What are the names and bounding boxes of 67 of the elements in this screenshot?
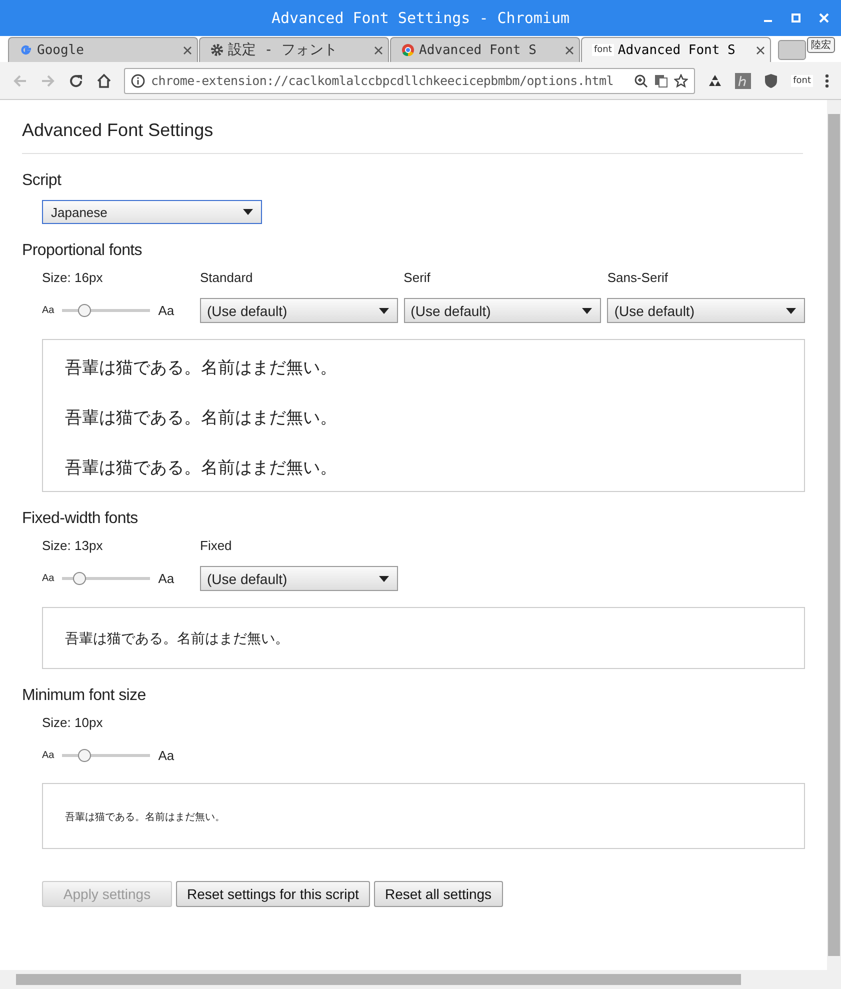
section-heading: Minimum font size	[22, 687, 147, 705]
font-label: Fixed	[200, 538, 233, 554]
font-dropdown[interactable]: (Use default)	[200, 298, 398, 323]
font-dropdown[interactable]: (Use default)	[404, 298, 602, 323]
font-dropdown[interactable]: (Use default)	[200, 566, 398, 591]
sample-text: 吾輩は猫である。名前はまだ無い。	[65, 630, 290, 649]
caret-icon	[378, 308, 389, 314]
slider-thumb[interactable]	[78, 304, 92, 316]
close-icon[interactable]	[183, 46, 192, 54]
sample-text: 吾輩は猫である。名前はまだ無い。	[65, 811, 226, 825]
h-letter-icon[interactable]	[735, 72, 752, 88]
caret-icon	[786, 308, 796, 314]
size-label: Size: 16px	[42, 270, 104, 286]
font-label: Standard	[200, 270, 254, 286]
page-title: Advanced Font Settings	[22, 120, 803, 154]
browser-tab[interactable]: Advanced Font S	[390, 37, 580, 62]
font-label: Serif	[404, 270, 432, 286]
extension-text-icon[interactable]: font	[791, 74, 813, 86]
url-text: chrome-extension://caclkomlalccbpcdllchkeecicepbmbm/options.html	[151, 73, 614, 88]
large-aa-label: Aa	[158, 302, 174, 318]
section-heading: Script	[22, 172, 62, 190]
info-icon	[131, 74, 145, 88]
home-icon[interactable]	[96, 72, 112, 88]
address-bar[interactable]: chrome-extension://caclkomlalccbpcdllchkeecicepbmbm/options.html	[124, 68, 696, 94]
browser-tab[interactable]: Google	[8, 37, 198, 62]
translate-icon[interactable]	[654, 74, 668, 88]
favicon-text: font	[592, 44, 614, 56]
browser-tab[interactable]: font Advanced Font S	[581, 37, 771, 62]
browser-tab[interactable]: 設定 - フォント	[199, 37, 389, 62]
zoom-icon[interactable]	[634, 74, 648, 88]
sample-text: 吾輩は猫である。名前はまだ無い。	[65, 457, 338, 479]
g-logo-icon	[19, 43, 33, 57]
sample-text: 吾輩は猫である。名前はまだ無い。	[65, 407, 338, 429]
menu-icon[interactable]	[825, 74, 829, 88]
caret-icon	[243, 209, 253, 215]
size-label: Size: 13px	[42, 538, 104, 554]
large-aa-label: Aa	[158, 570, 174, 586]
small-aa-label: Aa	[42, 750, 54, 760]
slider-thumb[interactable]	[72, 572, 86, 584]
font-label: Sans-Serif	[607, 270, 670, 286]
small-aa-label: Aa	[42, 572, 54, 584]
horizontal-scrollbar[interactable]	[0, 970, 841, 989]
vertical-scrollbar[interactable]	[827, 100, 841, 970]
sample-text: 吾輩は猫である。名前はまだ無い。	[65, 357, 338, 379]
maximize-icon[interactable]	[791, 13, 801, 23]
script-dropdown[interactable]: Japanese	[42, 200, 262, 224]
reload-icon[interactable]	[68, 72, 84, 88]
ime-indicator: 陸宏	[807, 37, 835, 53]
section-heading: Fixed-width fonts	[22, 510, 139, 528]
font-dropdown[interactable]: (Use default)	[607, 298, 806, 323]
section-heading: Proportional fonts	[22, 242, 144, 260]
star-icon[interactable]	[674, 74, 688, 88]
action-button[interactable]: Reset settings for this script	[176, 881, 370, 907]
close-icon[interactable]	[374, 46, 383, 54]
size-label: Size: 10px	[42, 715, 104, 731]
chromium-icon	[401, 43, 415, 57]
slider-thumb[interactable]	[78, 748, 92, 762]
action-button[interactable]: Reset all settings	[374, 881, 503, 907]
small-aa-label: Aa	[42, 304, 54, 316]
close-icon[interactable]	[565, 46, 574, 54]
close-icon[interactable]	[756, 46, 765, 54]
caret-icon	[582, 308, 592, 314]
shield-icon[interactable]	[763, 72, 780, 88]
large-aa-label: Aa	[158, 748, 174, 762]
window-title: Advanced Font Settings - Chromium	[271, 9, 570, 27]
gear-icon	[210, 43, 224, 57]
caret-icon	[379, 576, 389, 582]
